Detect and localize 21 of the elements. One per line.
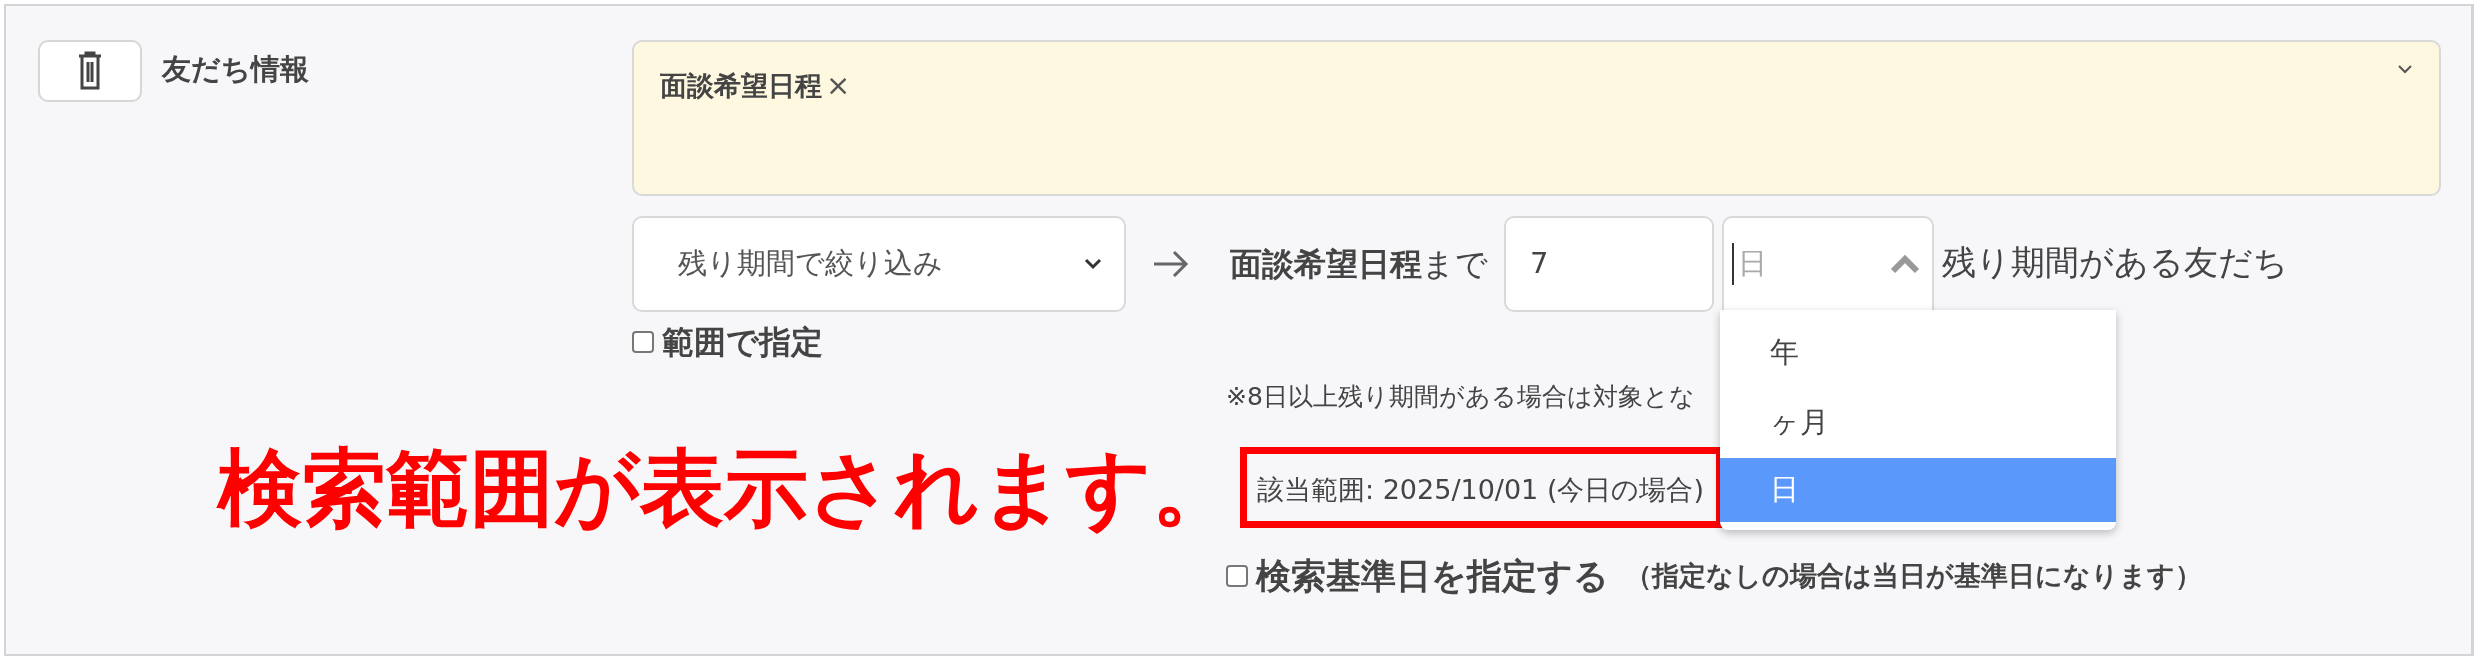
filter-select[interactable]: 残り期間で絞り込み [632,216,1126,312]
chevron-down-icon [2397,64,2413,74]
tag-remove-button[interactable]: × [826,68,851,102]
tag-field[interactable]: 面談希望日程× [632,40,2441,196]
dropdown-option[interactable]: 年 [1720,318,2116,388]
hint-text: （指定なしの場合は当日が基準日になります） [1625,558,2202,593]
suffix-text: 残り期間がある友だち [1942,240,2288,284]
delete-button[interactable] [38,40,142,102]
section-label: 友だち情報 [162,51,309,88]
arrow-right-icon [1152,249,1190,279]
checkbox[interactable] [1226,564,1248,587]
note-text: ※8日以上残り期間がある場合は対象とな [1226,382,1695,411]
chevron-down-icon [1084,258,1102,270]
trash-icon [77,51,103,91]
tag-label: 面談希望日程 [660,70,822,101]
checkbox-label: 検索基準日を指定する [1256,554,1609,598]
amount-field[interactable]: 7 [1504,216,1714,312]
checkbox-label: 範囲で指定 [662,322,823,363]
checkbox[interactable] [632,331,654,353]
target-label: 面談希望日程まで [1230,244,1488,285]
dropdown-option[interactable]: ヶ月 [1720,388,2116,458]
